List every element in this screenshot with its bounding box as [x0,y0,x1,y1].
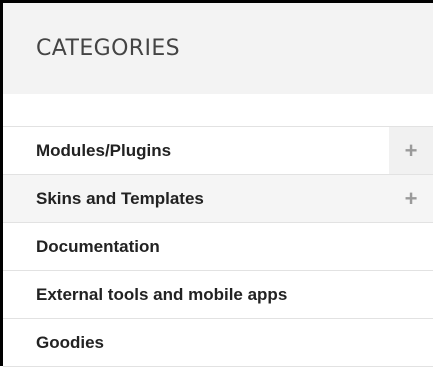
category-label: Goodies [36,332,105,352]
category-item-documentation[interactable]: Documentation [3,223,433,271]
expand-plus-icon[interactable]: + [389,175,433,222]
header-spacer [3,94,433,126]
category-label: External tools and mobile apps [36,284,288,304]
category-list: Modules/Plugins + Skins and Templates + … [3,126,433,367]
category-label: Documentation [36,236,160,256]
category-item-skins-and-templates[interactable]: Skins and Templates + [3,175,433,223]
category-item-modules-plugins[interactable]: Modules/Plugins + [3,127,433,175]
categories-header: CATEGORIES [3,3,433,94]
categories-panel: CATEGORIES Modules/Plugins + Skins and T… [0,0,433,367]
category-item-external-tools-and-mobile-apps[interactable]: External tools and mobile apps [3,271,433,319]
category-item-goodies[interactable]: Goodies [3,319,433,367]
categories-title: CATEGORIES [36,36,181,61]
expand-plus-icon[interactable]: + [389,127,433,174]
category-label: Skins and Templates [36,188,204,208]
category-label: Modules/Plugins [36,140,172,160]
